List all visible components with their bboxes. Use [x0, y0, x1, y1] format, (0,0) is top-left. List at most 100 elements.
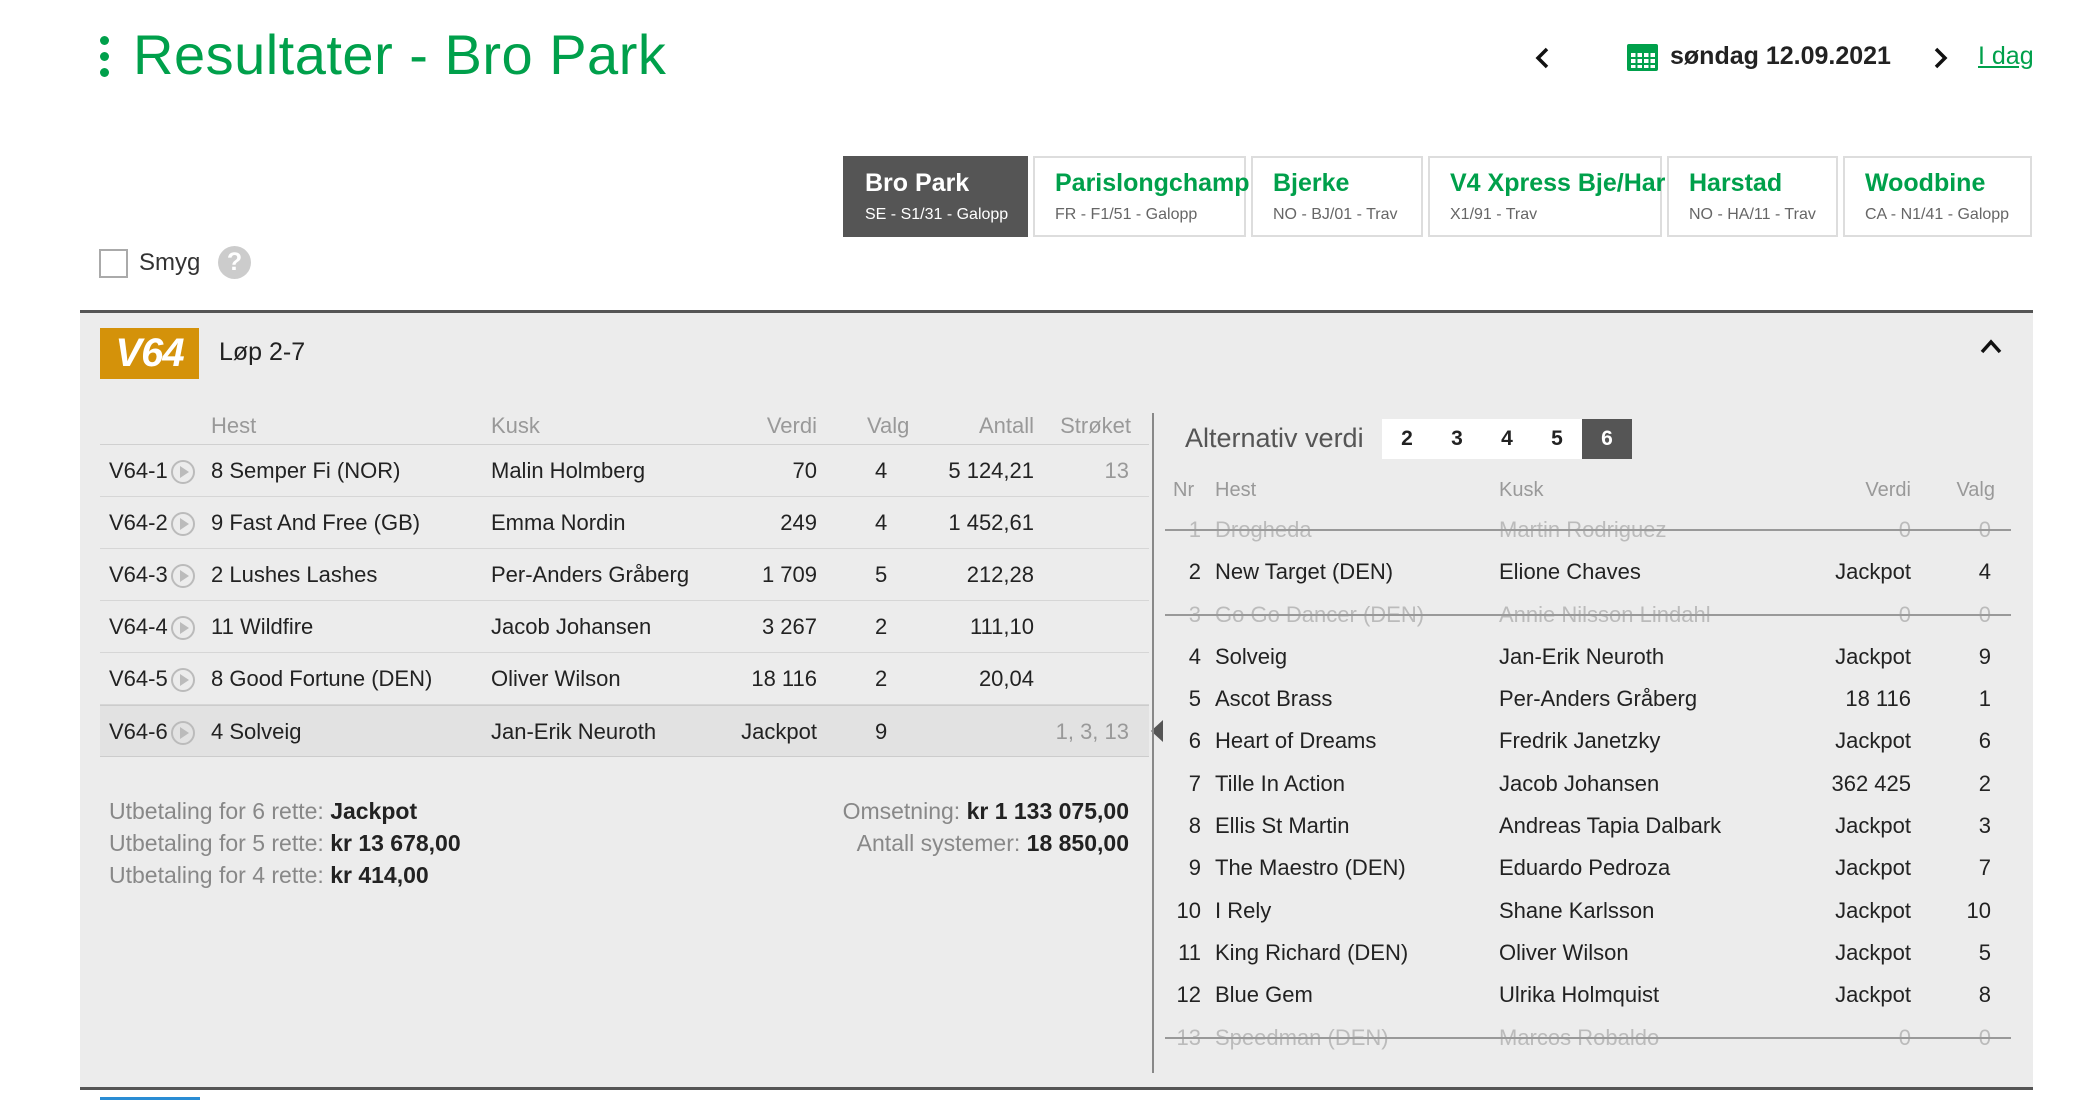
alt-jockey: Jacob Johansen [1499, 770, 1660, 796]
alt-value: Jackpot [1835, 813, 1911, 839]
col-stroket: Strøket [1060, 413, 1131, 438]
alt-button-5[interactable]: 5 [1532, 419, 1582, 459]
alt-choice: 7 [1978, 855, 1991, 881]
choice: 2 [875, 666, 888, 691]
today-link[interactable]: I dag [1978, 42, 2034, 71]
alt-jockey: Marcos Robaldo [1499, 1024, 1660, 1050]
alt-choice: 10 [1966, 897, 1991, 923]
tab-sub: FR - F1/51 - Galopp [1055, 206, 1198, 223]
choice: 5 [875, 562, 888, 587]
horse-name: 8 Semper Fi (NOR) [211, 458, 401, 483]
col-antall: Antall [978, 413, 1034, 438]
horse-name: 8 Good Fortune (DEN) [211, 666, 433, 691]
payout-4-label: Utbetaling for 4 rette: [109, 862, 324, 888]
play-icon[interactable] [171, 668, 195, 692]
alt-row: 13 Speedman (DEN) Marcos Robaldo 0 0 [1165, 1015, 2011, 1057]
play-icon[interactable] [171, 512, 195, 536]
alt-row: 7 Tille In Action Jacob Johansen 362 425 2 [1165, 761, 2011, 803]
tab-parislongchamp[interactable]: Parislongchamp FR - F1/51 - Galopp [1033, 156, 1250, 237]
alt-button-3[interactable]: 3 [1432, 419, 1482, 459]
alt-nr: 9 [1188, 855, 1201, 881]
table-row[interactable]: V64-3 2 Lushes Lashes Per-Anders Gråberg 1 … [100, 549, 1149, 601]
alt-horse: The Maestro (DEN) [1215, 855, 1406, 881]
tab-name: Bro Park [865, 169, 970, 197]
value: 18 116 [751, 666, 817, 691]
alt-jockey: Elione Chaves [1499, 559, 1641, 585]
tab-name: V4 Xpress Bje/Har [1450, 169, 1666, 197]
play-icon[interactable] [171, 721, 195, 745]
table-row[interactable]: V64-1 8 Semper Fi (NOR) Malin Holmberg 70 4 5… [100, 445, 1149, 497]
jockey-name: Per-Anders Gråberg [491, 562, 690, 587]
alt-value: Jackpot [1835, 643, 1911, 669]
smyg-checkbox[interactable] [99, 249, 128, 278]
alt-jockey: Andreas Tapia Dalbark [1499, 813, 1722, 839]
count: 20,04 [978, 666, 1034, 691]
play-icon[interactable] [171, 616, 195, 640]
date-display[interactable]: søndag 12.09.2021 [1670, 42, 1891, 71]
choice: 4 [875, 510, 888, 535]
results-panel: V64 Løp 2-7 Hest Kusk Verdi Valg Antall … [80, 310, 2033, 1090]
tab-bjerke[interactable]: Bjerke NO - BJ/01 - Trav [1251, 156, 1423, 237]
play-icon[interactable] [171, 564, 195, 588]
smyg-label: Smyg [139, 249, 201, 276]
alt-value: 0 [1898, 601, 1911, 627]
alt-horse: King Richard (DEN) [1215, 939, 1409, 965]
alt-jockey: Martin Rodriguez [1499, 517, 1667, 542]
table-row[interactable]: V64-5 8 Good Fortune (DEN) Oliver Wilson 18… [100, 653, 1149, 705]
alt-button-4[interactable]: 4 [1482, 419, 1532, 459]
alt-nr: 4 [1188, 643, 1201, 669]
alt-choice: 0 [1978, 517, 1991, 542]
table-row[interactable]: V64-4 11 Wildfire Jacob Johansen 3 267 2 111,… [100, 601, 1149, 653]
alt-button-2[interactable]: 2 [1382, 419, 1432, 459]
alt-row: 9 The Maestro (DEN) Eduardo Pedroza Jackpot… [1165, 845, 2011, 887]
alt-value: Jackpot [1835, 559, 1911, 585]
alt-nr: 13 [1176, 1024, 1201, 1050]
turnover-value: kr 1 133 075,00 [966, 798, 1129, 824]
alt-button-6[interactable]: 6 [1582, 419, 1632, 459]
alt-choice: 3 [1978, 813, 1991, 839]
value: 70 [792, 458, 817, 483]
play-icon[interactable] [171, 460, 195, 484]
alt-row: 10 I Rely Shane Karlsson Jackpot 10 [1165, 888, 2011, 930]
alt-row: 12 Blue Gem Ulrika Holmquist Jackpot 8 [1165, 972, 2011, 1014]
col-verdi: Verdi [1865, 479, 1911, 501]
alt-jockey: Oliver Wilson [1499, 939, 1629, 965]
leg-id: V64-2 [109, 510, 168, 535]
payout-6-label: Utbetaling for 6 rette: [109, 798, 324, 824]
choice: 2 [875, 614, 888, 639]
alt-nr: 3 [1188, 601, 1201, 627]
chevron-right-icon[interactable] [1931, 46, 1949, 70]
tab-woodbine[interactable]: Woodbine CA - N1/41 - Galopp [1843, 156, 2032, 237]
menu-dots-icon[interactable] [100, 36, 109, 78]
tab-v4-xpress[interactable]: V4 Xpress Bje/Har X1/91 - Trav [1428, 156, 1666, 237]
tab-harstad[interactable]: Harstad NO - HA/11 - Trav [1667, 156, 1838, 237]
jockey-name: Malin Holmberg [491, 458, 646, 483]
table-row[interactable]: V64-2 9 Fast And Free (GB) Emma Nordin 249 4… [100, 497, 1149, 549]
leg-id: V64-6 [109, 719, 168, 744]
alt-value: Jackpot [1835, 855, 1911, 881]
track-tabs: Bro Park SE - S1/31 - Galopp Parislongch… [843, 156, 2032, 237]
tab-sub: SE - S1/31 - Galopp [865, 206, 1009, 223]
alt-nr: 11 [1178, 939, 1201, 965]
table-row[interactable]: V64-6 4 Solveig Jan-Erik Neuroth Jackpot 9 1,… [100, 705, 1163, 757]
alt-choice: 1 [1978, 686, 1991, 712]
calendar-icon[interactable] [1627, 44, 1658, 71]
race-range: Løp 2-7 [219, 338, 306, 366]
scratched: 13 [1104, 458, 1129, 483]
col-kusk: Kusk [1499, 479, 1544, 501]
help-icon[interactable]: ? [218, 246, 251, 279]
jockey-name: Oliver Wilson [491, 666, 621, 691]
chevron-up-icon[interactable] [1980, 335, 2002, 357]
alt-horse: Speedman (DEN) [1215, 1024, 1389, 1050]
leg-id: V64-3 [109, 562, 168, 587]
alt-row: 2 New Target (DEN) Elione Chaves Jackpot 4 [1165, 549, 2011, 591]
alt-choice: 8 [1978, 982, 1991, 1008]
alt-choice: 6 [1978, 728, 1991, 754]
count: 212,28 [966, 562, 1034, 587]
alt-horse: New Target (DEN) [1215, 559, 1394, 585]
chevron-left-icon[interactable] [1534, 46, 1552, 70]
tab-bro-park[interactable]: Bro Park SE - S1/31 - Galopp [843, 156, 1028, 237]
alt-nr: 10 [1176, 897, 1201, 923]
value: 3 267 [761, 614, 817, 639]
payout-4-value: kr 414,00 [330, 862, 429, 888]
